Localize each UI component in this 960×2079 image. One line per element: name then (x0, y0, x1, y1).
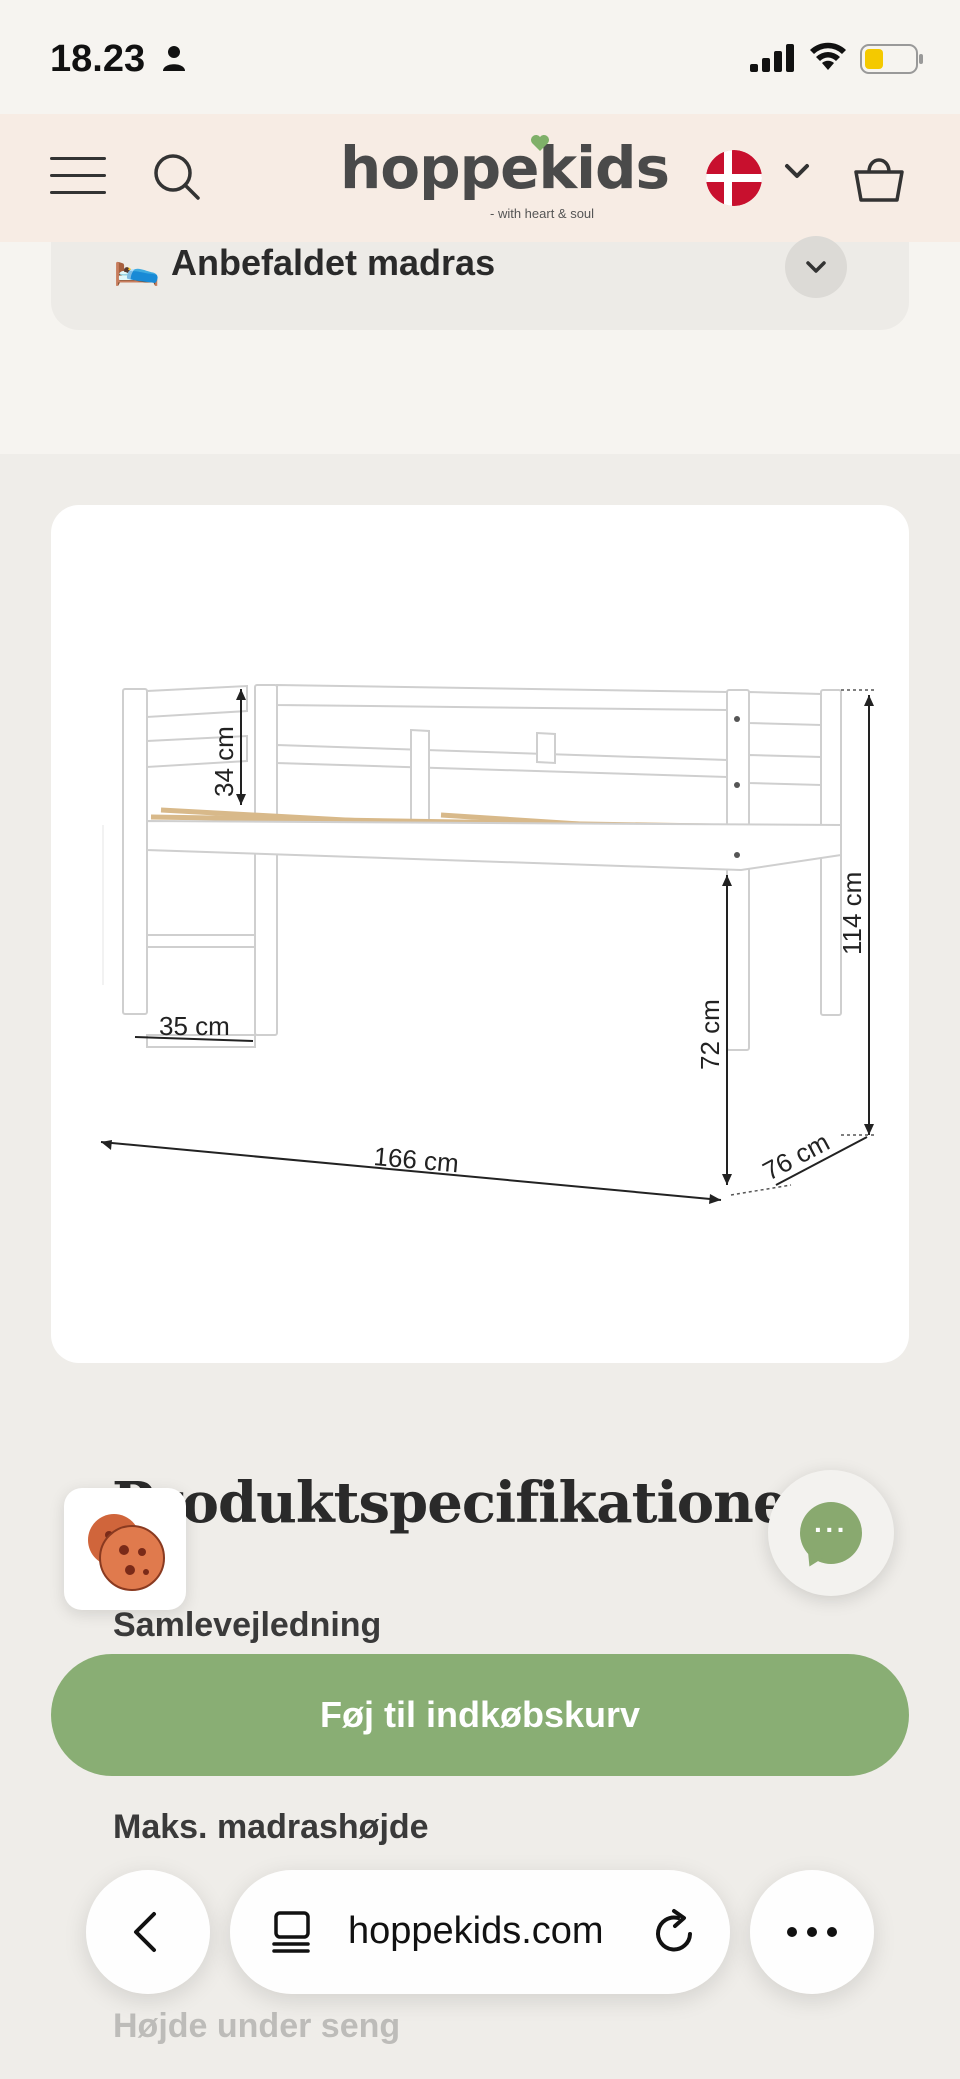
spec-row-height-under-bed[interactable]: Højde under seng (113, 2007, 400, 2046)
wifi-icon (810, 42, 846, 70)
dimension-clearance: 72 cm (695, 999, 725, 1070)
browser-back-button[interactable] (86, 1870, 210, 1994)
dimension-length: 166 cm (372, 1141, 460, 1178)
specifications-title: Produktspecifikationer (112, 1470, 817, 1536)
accordion-section: 🛌 Anbefaldet madras (0, 236, 960, 454)
dimension-ladder-width: 35 cm (159, 1011, 230, 1041)
site-header: hoppekids - with heart & soul (0, 114, 960, 242)
denmark-flag-icon[interactable] (706, 150, 762, 206)
spec-row-assembly-guide[interactable]: Samlevejledning (113, 1606, 381, 1645)
accordion-title: Anbefaldet madras (171, 242, 496, 283)
loft-bed-dimension-drawing: 34 cm 35 cm 166 cm 72 cm 114 cm 76 cm (100, 683, 876, 1204)
browser-more-button[interactable] (750, 1870, 874, 1994)
url-text: hoppekids.com (348, 1910, 604, 1952)
reload-icon[interactable] (654, 1908, 700, 1956)
recommended-mattress-accordion[interactable]: 🛌 Anbefaldet madras (51, 236, 909, 330)
tab-overview-icon (272, 1911, 310, 1953)
heart-icon (531, 135, 549, 151)
status-bar: 18.23 (0, 0, 960, 114)
dimension-total-height: 114 cm (837, 872, 867, 955)
person-icon (163, 46, 185, 71)
bed-icon: 🛌 (113, 245, 161, 287)
product-image-card[interactable]: 34 cm 35 cm 166 cm 72 cm 114 cm 76 cm (51, 505, 909, 1363)
chat-bubble-icon: ··· (800, 1502, 862, 1564)
chevron-left-icon (134, 1912, 156, 1952)
cellular-signal-icon (750, 44, 794, 72)
logo-text: hoppekids (340, 134, 670, 202)
more-dots-icon (787, 1927, 837, 1937)
hoppekids-logo[interactable]: hoppekids - with heart & soul (340, 134, 670, 226)
dimension-depth: 76 cm (758, 1127, 835, 1187)
chevron-down-icon (806, 261, 826, 273)
battery-icon (860, 44, 923, 74)
logo-tagline: - with heart & soul (490, 206, 595, 221)
dimension-guard-height: 34 cm (209, 726, 239, 797)
spec-row-max-mattress-height[interactable]: Maks. madrashøjde (113, 1808, 429, 1847)
chevron-down-icon[interactable] (784, 162, 810, 180)
browser-address-bar[interactable]: hoppekids.com (230, 1870, 730, 1994)
search-icon[interactable] (152, 152, 202, 202)
cookie-settings-button[interactable] (64, 1488, 186, 1610)
basket-icon[interactable] (852, 150, 906, 204)
cookie-icon (88, 1514, 165, 1591)
add-to-cart-button[interactable]: Føj til indkøbskurv (51, 1654, 909, 1776)
accordion-toggle-button[interactable] (785, 236, 847, 298)
status-time: 18.23 (50, 38, 146, 80)
chat-button[interactable]: ··· (768, 1470, 894, 1596)
hamburger-menu-icon[interactable] (50, 154, 106, 198)
